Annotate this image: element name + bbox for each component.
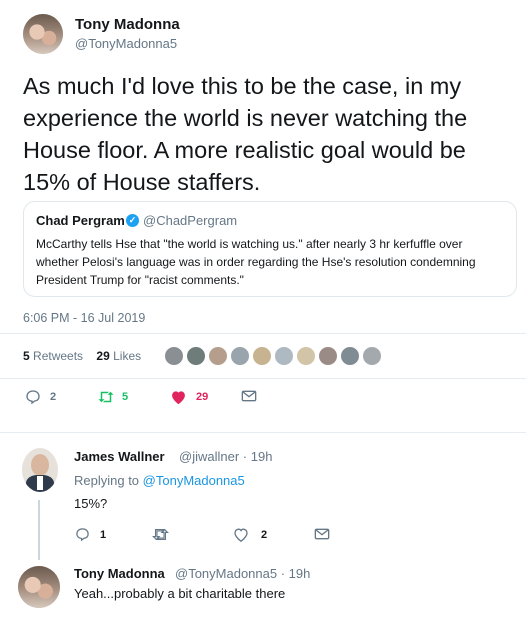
liker-avatar[interactable] <box>318 346 338 366</box>
like-button[interactable]: 29 <box>170 389 208 405</box>
like-count: 29 <box>196 391 209 403</box>
replying-prefix: Replying to <box>74 473 143 488</box>
author-handle[interactable]: @TonyMadonna5 <box>75 36 177 51</box>
thread-connector <box>38 500 40 560</box>
reply-author-name[interactable]: James Wallner <box>74 449 165 464</box>
divider <box>0 378 526 379</box>
reply-text: 15%? <box>74 496 108 511</box>
liker-avatar[interactable] <box>362 346 382 366</box>
reply-like-button[interactable]: 2 <box>233 527 267 542</box>
reply-age: · 19h <box>280 566 311 581</box>
reply-reply-button[interactable]: 1 <box>75 527 106 542</box>
reply-button[interactable]: 2 <box>25 389 56 405</box>
reply-count: 2 <box>50 391 57 403</box>
reply-author-avatar[interactable] <box>18 566 60 608</box>
reply-text: Yeah...probably a bit charitable there <box>74 586 286 601</box>
reply-author-name[interactable]: Tony Madonna <box>74 566 165 581</box>
reply-icon <box>26 390 40 405</box>
retweet-count: 5 <box>122 391 129 403</box>
liker-avatar[interactable] <box>252 346 272 366</box>
divider <box>0 333 526 334</box>
liker-avatar[interactable] <box>274 346 294 366</box>
divider <box>0 432 526 433</box>
reply-reply-count: 1 <box>100 528 107 541</box>
replying-to: Replying to @TonyMadonna5 <box>74 473 245 488</box>
quoted-tweet[interactable]: Chad Pergram ✓ @ChadPergram McCarthy tel… <box>23 201 517 297</box>
reply-age: · 19h <box>242 449 273 464</box>
heart-icon <box>234 528 248 542</box>
tweet-text: As much I'd love this to be the case, in… <box>23 73 468 195</box>
direct-message-button[interactable] <box>241 389 257 403</box>
reply-handle-text: @jiwallner <box>179 449 240 464</box>
reply-author-handle[interactable]: @TonyMadonna5 · 19h <box>175 566 310 581</box>
liker-avatar[interactable] <box>230 346 250 366</box>
liker-avatar[interactable] <box>296 346 316 366</box>
reply-icon <box>76 528 89 542</box>
retweets-count[interactable]: 5 <box>23 349 30 363</box>
reply-retweet-button[interactable] <box>152 527 169 542</box>
retweets-label[interactable]: Retweets <box>33 349 83 363</box>
reply-author-handle[interactable]: @jiwallner · 19h <box>179 449 272 464</box>
reply-dm-button[interactable] <box>314 527 330 541</box>
verified-badge-icon: ✓ <box>126 214 139 227</box>
envelope-icon <box>314 528 330 540</box>
author-avatar[interactable] <box>23 14 63 54</box>
likes-count[interactable]: 29 <box>96 349 109 363</box>
liker-avatar[interactable] <box>340 346 360 366</box>
retweet-icon <box>98 391 114 403</box>
author-name[interactable]: Tony Madonna <box>75 16 180 33</box>
quoted-author-name: Chad Pergram <box>36 213 125 228</box>
quoted-author-handle: @ChadPergram <box>143 213 238 228</box>
quoted-tweet-text: McCarthy tells Hse that "the world is wa… <box>36 237 476 287</box>
envelope-icon <box>241 390 257 402</box>
liker-avatar[interactable] <box>164 346 184 366</box>
replying-to-link[interactable]: @TonyMadonna5 <box>143 473 245 488</box>
liker-avatar[interactable] <box>186 346 206 366</box>
likes-label[interactable]: Likes <box>113 349 141 363</box>
retweet-button[interactable]: 5 <box>97 389 128 405</box>
reply-handle-text: @TonyMadonna5 <box>175 566 278 581</box>
liker-avatar[interactable] <box>208 346 228 366</box>
retweet-icon <box>152 528 169 541</box>
tweet-timestamp[interactable]: 6:06 PM - 16 Jul 2019 <box>23 311 145 325</box>
reply-author-avatar[interactable] <box>22 448 58 492</box>
heart-icon <box>172 391 185 405</box>
reply-like-count: 2 <box>261 528 268 541</box>
engagement-stats: 5 Retweets 29 Likes <box>23 349 141 363</box>
